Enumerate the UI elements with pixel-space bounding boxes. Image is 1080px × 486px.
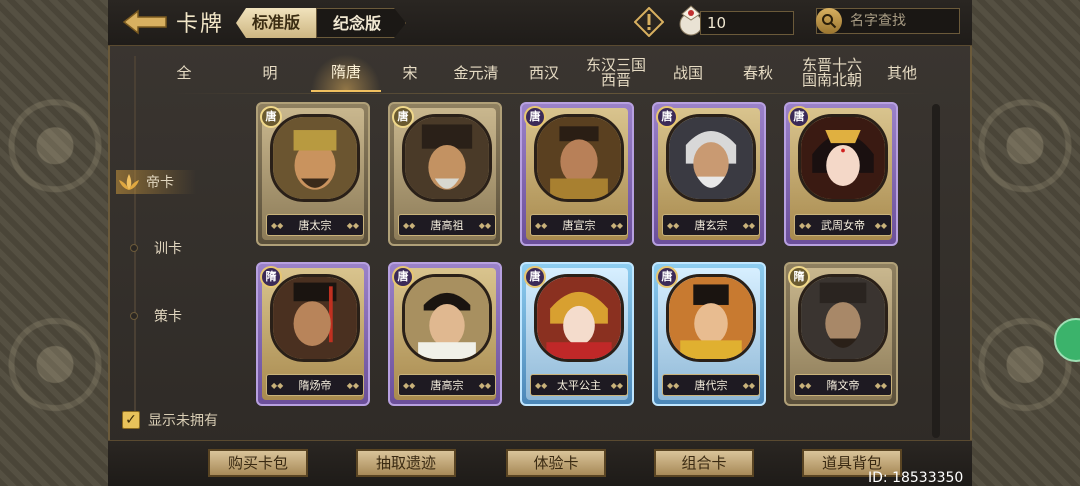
dynasty-badge: 唐 — [524, 106, 546, 128]
card-sui-yangdi[interactable]: 隋 ◆◆ 隋炀帝 ◆◆ — [256, 262, 370, 406]
dynasty-tab-jinyuanqing[interactable]: 金元清 — [447, 54, 505, 92]
dynasty-badge: 唐 — [656, 106, 678, 128]
lotus-icon — [119, 174, 139, 190]
currency-count: 10 — [700, 11, 794, 35]
card-name: 唐太宗 — [298, 219, 332, 232]
buy-card-pack-button[interactable]: 购买卡包 — [208, 449, 308, 477]
dynasty-tab-other[interactable]: 其他 — [873, 54, 931, 92]
portrait-image — [270, 274, 360, 362]
card-namebar: ◆◆ 唐高祖 ◆◆ — [398, 214, 496, 236]
card-namebar: ◆◆ 唐高宗 ◆◆ — [398, 374, 496, 396]
nav-item-strategy-card[interactable]: 策卡 — [120, 306, 182, 326]
dynasty-badge: 隋 — [260, 266, 282, 288]
card-name: 唐高宗 — [430, 379, 464, 392]
back-arrow-icon[interactable] — [122, 8, 170, 36]
card-name: 唐高祖 — [430, 219, 464, 232]
checkmark-icon[interactable]: ✓ — [122, 411, 140, 429]
card-sui-wendi[interactable]: 隋 ◆◆ 隋文帝 ◆◆ — [784, 262, 898, 406]
dynasty-tab-donghan-sanguo-xijin[interactable]: 东汉三国 西晋 — [579, 54, 653, 92]
version-tabs: 标准版 纪念版 — [236, 8, 406, 38]
card-list-scrollbar[interactable] — [932, 104, 940, 438]
portrait-image — [798, 114, 888, 202]
nav-item-label: 帝卡 — [146, 175, 174, 191]
nav-dot — [130, 244, 138, 252]
card-tang-gaozong[interactable]: 唐 ◆◆ 唐高宗 ◆◆ — [388, 262, 502, 406]
dynasty-tab-ming[interactable]: 明 — [241, 54, 299, 92]
card-namebar: ◆◆ 太平公主 ◆◆ — [530, 374, 628, 396]
search-icon[interactable] — [816, 8, 842, 34]
show-unowned-toggle[interactable]: ✓ 显示未拥有 — [122, 410, 218, 430]
card-name: 武周女帝 — [821, 219, 865, 232]
left-decorative-border — [0, 0, 110, 486]
nav-item-emperor-card[interactable]: 帝卡 — [116, 170, 196, 194]
portrait-image — [534, 114, 624, 202]
portrait-image — [534, 274, 624, 362]
page-title: 卡牌 — [176, 12, 225, 37]
card-namebar: ◆◆ 唐代宗 ◆◆ — [662, 374, 760, 396]
card-tang-taizong[interactable]: 唐 ◆◆ 唐太宗 ◆◆ — [256, 102, 370, 246]
dynasty-filter-row: 全 明 隋唐 宋 金元清 西汉 东汉三国 西晋 战国 春秋 东晋十六 国南北朝 … — [155, 54, 945, 92]
draw-relic-button[interactable]: 抽取遗迹 — [356, 449, 456, 477]
dynasty-tab-zhanguo[interactable]: 战国 — [659, 54, 717, 92]
search-box — [816, 8, 960, 34]
card-name: 唐宣宗 — [562, 219, 596, 232]
card-princess-taiping[interactable]: 唐 ◆◆ 太平公主 ◆◆ — [520, 262, 634, 406]
portrait-image — [666, 114, 756, 202]
right-decorative-border — [970, 0, 1080, 486]
dynasty-badge: 唐 — [392, 266, 414, 288]
nav-item-training-card[interactable]: 训卡 — [120, 238, 182, 258]
dynasty-tab-suitang[interactable]: 隋唐 — [311, 54, 381, 92]
tab-standard[interactable]: 标准版 — [236, 8, 317, 38]
combo-card-button[interactable]: 组合卡 — [654, 449, 754, 477]
dynasty-badge: 唐 — [656, 266, 678, 288]
dynasty-divider — [170, 93, 930, 94]
dynasty-badge: 唐 — [260, 106, 282, 128]
nav-item-label: 训卡 — [154, 241, 182, 257]
dynasty-badge: 唐 — [524, 266, 546, 288]
dynasty-tab-chunqiu[interactable]: 春秋 — [729, 54, 787, 92]
card-namebar: ◆◆ 隋炀帝 ◆◆ — [266, 374, 364, 396]
nav-item-label: 策卡 — [154, 309, 182, 325]
card-wuzhou-empress[interactable]: 唐 ◆◆ 武周女帝 ◆◆ — [784, 102, 898, 246]
portrait-image — [402, 274, 492, 362]
card-tang-xuanzong-2[interactable]: 唐 ◆◆ 唐玄宗 ◆◆ — [652, 102, 766, 246]
card-tang-daizong[interactable]: 唐 ◆◆ 唐代宗 ◆◆ — [652, 262, 766, 406]
dynasty-badge: 唐 — [788, 106, 810, 128]
card-name: 太平公主 — [557, 379, 601, 392]
tab-commemorative[interactable]: 纪念版 — [316, 8, 406, 38]
nav-dot — [130, 312, 138, 320]
card-name: 唐玄宗 — [694, 219, 728, 232]
player-id: ID: 18533350 — [868, 470, 964, 486]
card-name: 隋文帝 — [826, 379, 860, 392]
trial-card-button[interactable]: 体验卡 — [506, 449, 606, 477]
dynasty-tab-all[interactable]: 全 — [155, 54, 213, 92]
nav-track — [134, 56, 136, 416]
portrait-image — [270, 114, 360, 202]
card-namebar: ◆◆ 隋文帝 ◆◆ — [794, 374, 892, 396]
portrait-image — [798, 274, 888, 362]
card-namebar: ◆◆ 唐宣宗 ◆◆ — [530, 214, 628, 236]
card-tang-xuanzong-1[interactable]: 唐 ◆◆ 唐宣宗 ◆◆ — [520, 102, 634, 246]
card-tang-gaozu[interactable]: 唐 ◆◆ 唐高祖 ◆◆ — [388, 102, 502, 246]
dynasty-badge: 隋 — [788, 266, 810, 288]
portrait-image — [402, 114, 492, 202]
search-input[interactable] — [842, 13, 952, 29]
portrait-image — [666, 274, 756, 362]
dynasty-tab-dongjin-nanbeichao[interactable]: 东晋十六 国南北朝 — [795, 54, 869, 92]
show-unowned-label: 显示未拥有 — [148, 413, 218, 429]
card-name: 唐代宗 — [694, 379, 728, 392]
dynasty-tab-xihan[interactable]: 西汉 — [515, 54, 573, 92]
card-namebar: ◆◆ 唐太宗 ◆◆ — [266, 214, 364, 236]
dynasty-tab-song[interactable]: 宋 — [381, 54, 439, 92]
dynasty-badge: 唐 — [392, 106, 414, 128]
warning-icon[interactable] — [634, 7, 664, 37]
card-namebar: ◆◆ 武周女帝 ◆◆ — [794, 214, 892, 236]
card-name: 隋炀帝 — [298, 379, 332, 392]
card-namebar: ◆◆ 唐玄宗 ◆◆ — [662, 214, 760, 236]
